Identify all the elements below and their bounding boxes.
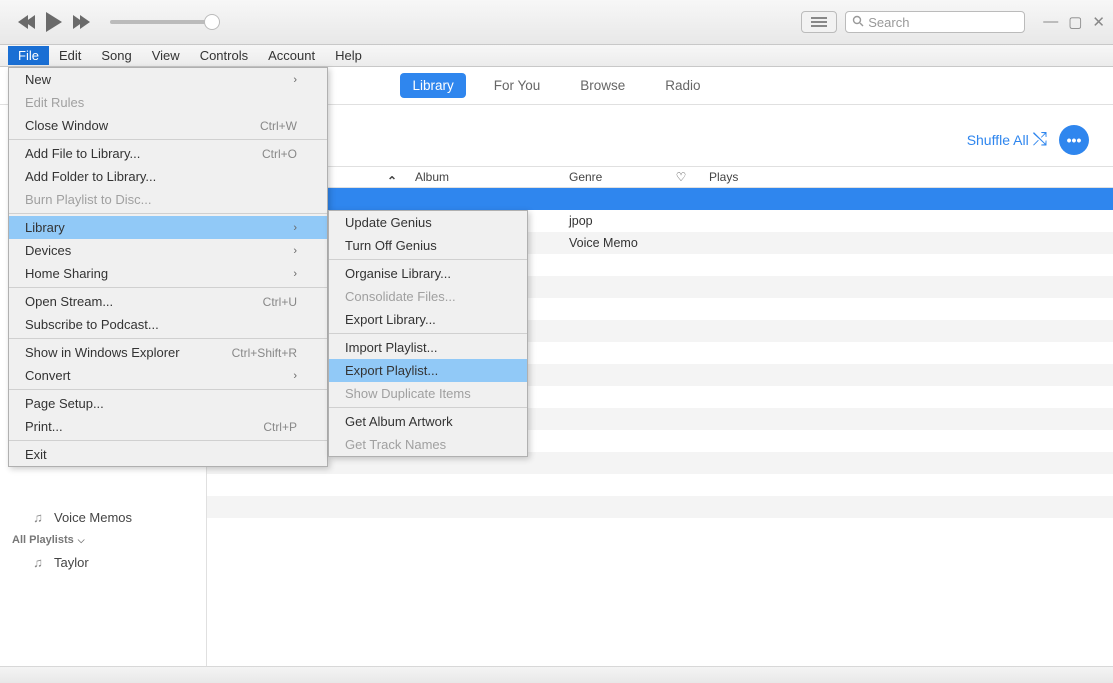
submenu-export-library[interactable]: Export Library...: [329, 308, 527, 331]
volume-knob[interactable]: [204, 14, 220, 30]
menu-separator: [329, 259, 527, 260]
chevron-right-icon: ›: [293, 74, 297, 86]
header-actions: Shuffle All ⤭ •••: [967, 125, 1089, 155]
tab-for-you[interactable]: For You: [482, 73, 553, 98]
chevron-down-icon: ⌵: [78, 535, 85, 546]
chevron-right-icon: ›: [293, 222, 297, 234]
menu-file[interactable]: File: [8, 46, 49, 65]
tab-library[interactable]: Library: [400, 73, 465, 98]
list-icon: ♫: [30, 510, 46, 525]
next-button[interactable]: [76, 15, 90, 29]
list-icon: ♫: [30, 555, 46, 570]
menu-print[interactable]: Print...Ctrl+P: [9, 415, 327, 438]
submenu-show-duplicate: Show Duplicate Items: [329, 382, 527, 405]
menu-exit[interactable]: Exit: [9, 443, 327, 466]
close-button[interactable]: ✕: [1092, 13, 1105, 31]
menu-help[interactable]: Help: [325, 46, 372, 65]
col-plays[interactable]: Plays: [701, 170, 761, 184]
search-input[interactable]: Search: [845, 11, 1025, 33]
sidebar-label: Voice Memos: [54, 510, 132, 525]
table-row[interactable]: [207, 518, 1113, 540]
menu-song[interactable]: Song: [91, 46, 141, 65]
col-loved[interactable]: ♡: [661, 170, 701, 184]
menu-library[interactable]: Library›: [9, 216, 327, 239]
table-row[interactable]: 29 acdc: [207, 188, 1113, 210]
submenu-consolidate: Consolidate Files...: [329, 285, 527, 308]
submenu-get-artwork[interactable]: Get Album Artwork: [329, 410, 527, 433]
previous-button[interactable]: [18, 15, 32, 29]
sidebar-header-all-playlists[interactable]: All Playlists ⌵: [0, 530, 206, 550]
sidebar-item-taylor[interactable]: ♫ Taylor: [0, 550, 206, 575]
minimize-button[interactable]: —: [1043, 13, 1058, 31]
menu-devices[interactable]: Devices›: [9, 239, 327, 262]
list-view-button[interactable]: [801, 11, 837, 33]
menu-separator: [9, 440, 327, 441]
sort-asc-icon: ⌃: [387, 174, 397, 188]
menu-home-sharing[interactable]: Home Sharing›: [9, 262, 327, 285]
col-genre[interactable]: Genre: [561, 170, 661, 184]
submenu-import-playlist[interactable]: Import Playlist...: [329, 336, 527, 359]
table-header: me Artist⌃ Album Genre ♡ Plays: [207, 166, 1113, 188]
playlist-title: :: [231, 121, 967, 142]
player-bar: Search — ▢ ✕: [0, 0, 1113, 45]
play-button[interactable]: [46, 12, 62, 32]
menu-separator: [9, 139, 327, 140]
menu-separator: [9, 287, 327, 288]
menu-separator: [9, 389, 327, 390]
menu-separator: [9, 338, 327, 339]
tab-radio[interactable]: Radio: [653, 73, 712, 98]
menu-subscribe-podcast[interactable]: Subscribe to Podcast...: [9, 313, 327, 336]
table-row[interactable]: [207, 474, 1113, 496]
menu-convert[interactable]: Convert›: [9, 364, 327, 387]
right-toolbar: Search — ▢ ✕: [801, 11, 1105, 33]
submenu-get-track-names: Get Track Names: [329, 433, 527, 456]
file-menu-dropdown: New› Edit Rules Close WindowCtrl+W Add F…: [8, 67, 328, 467]
window-controls: — ▢ ✕: [1043, 13, 1105, 31]
menu-separator: [9, 213, 327, 214]
menu-edit-rules: Edit Rules: [9, 91, 327, 114]
menu-add-folder[interactable]: Add Folder to Library...: [9, 165, 327, 188]
col-album[interactable]: Album: [407, 170, 561, 184]
submenu-turn-off-genius[interactable]: Turn Off Genius: [329, 234, 527, 257]
menu-account[interactable]: Account: [258, 46, 325, 65]
chevron-right-icon: ›: [293, 370, 297, 382]
menu-close-window[interactable]: Close WindowCtrl+W: [9, 114, 327, 137]
more-button[interactable]: •••: [1059, 125, 1089, 155]
playback-controls: [18, 12, 90, 32]
menu-burn-playlist: Burn Playlist to Disc...: [9, 188, 327, 211]
chevron-right-icon: ›: [293, 245, 297, 257]
chevron-right-icon: ›: [293, 268, 297, 280]
content-header: : minutes Shuffle All ⤭ •••: [207, 105, 1113, 166]
maximize-button[interactable]: ▢: [1068, 13, 1082, 31]
menu-separator: [329, 407, 527, 408]
submenu-export-playlist[interactable]: Export Playlist...: [329, 359, 527, 382]
table-row[interactable]: [207, 496, 1113, 518]
menu-view[interactable]: View: [142, 46, 190, 65]
menu-show-explorer[interactable]: Show in Windows ExplorerCtrl+Shift+R: [9, 341, 327, 364]
menu-controls[interactable]: Controls: [190, 46, 258, 65]
sidebar-label: Taylor: [54, 555, 89, 570]
search-icon: [852, 15, 864, 30]
library-submenu: Update Genius Turn Off Genius Organise L…: [328, 210, 528, 457]
menu-open-stream[interactable]: Open Stream...Ctrl+U: [9, 290, 327, 313]
menu-bar: File Edit Song View Controls Account Hel…: [0, 45, 1113, 67]
search-placeholder: Search: [868, 15, 909, 30]
menu-separator: [329, 333, 527, 334]
menu-new[interactable]: New›: [9, 68, 327, 91]
playlist-subtitle: minutes: [231, 144, 967, 158]
shuffle-all-button[interactable]: Shuffle All ⤭: [967, 129, 1047, 150]
menu-add-file[interactable]: Add File to Library...Ctrl+O: [9, 142, 327, 165]
menu-edit[interactable]: Edit: [49, 46, 91, 65]
bottom-bar: [0, 666, 1113, 683]
sidebar-item-voice-memos[interactable]: ♫ Voice Memos: [0, 505, 206, 530]
submenu-update-genius[interactable]: Update Genius: [329, 211, 527, 234]
volume-slider[interactable]: [110, 20, 220, 24]
tab-browse[interactable]: Browse: [568, 73, 637, 98]
submenu-organise-library[interactable]: Organise Library...: [329, 262, 527, 285]
shuffle-icon: ⤭: [1033, 129, 1047, 149]
menu-page-setup[interactable]: Page Setup...: [9, 392, 327, 415]
